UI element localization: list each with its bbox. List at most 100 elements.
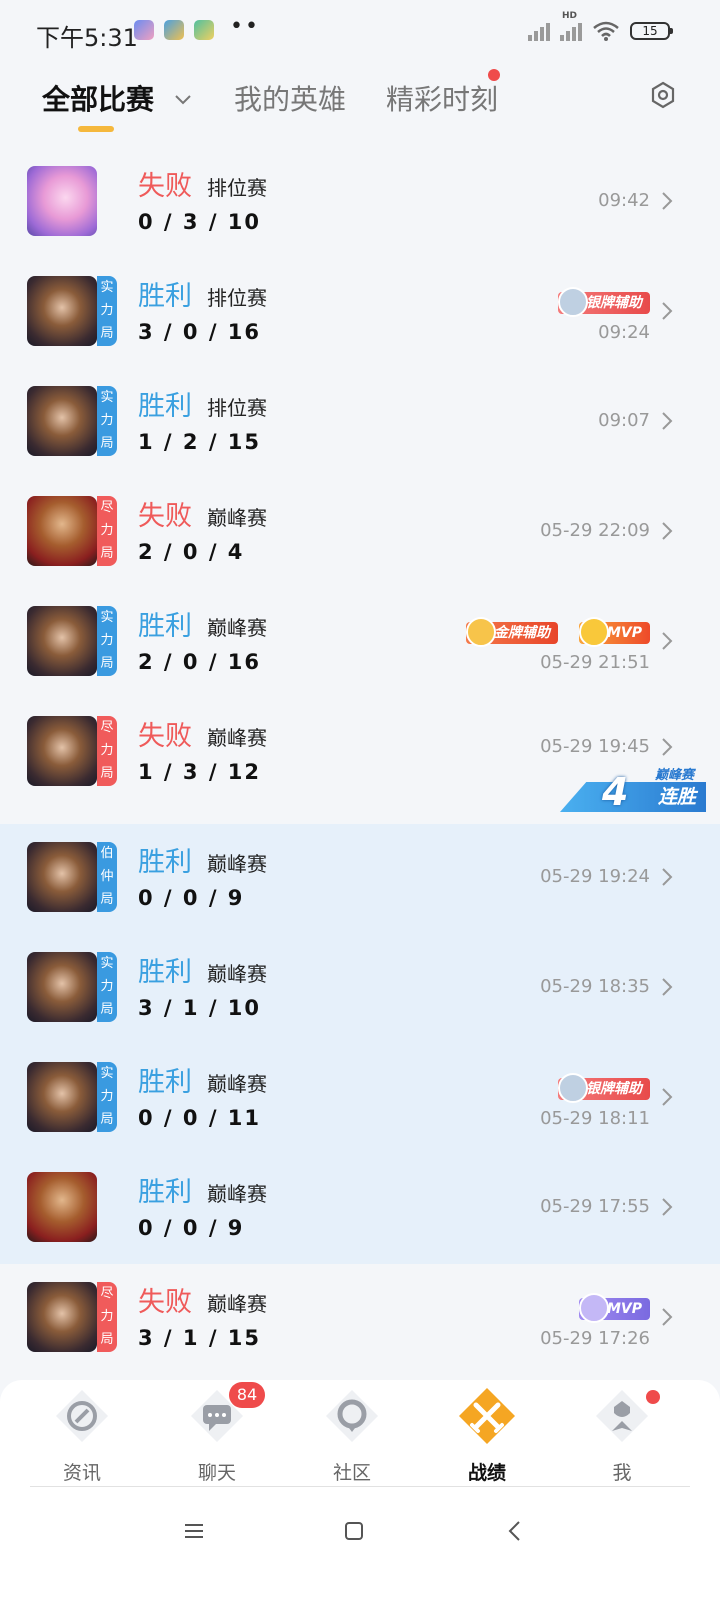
hero-avatar (27, 952, 97, 1022)
performance-badge: 尽力局 (97, 496, 117, 566)
match-time: 05-29 21:51 (540, 652, 650, 673)
chevron-right-icon (662, 978, 673, 996)
badge-char: 局 (100, 1332, 114, 1347)
badge-char: 尽 (100, 500, 114, 515)
match-result: 失败 (138, 1287, 192, 1318)
chevron-right-icon (662, 302, 673, 320)
match-kda: 2 / 0 / 16 (138, 650, 262, 674)
match-mode: 巅峰赛 (207, 962, 267, 986)
nav-chat[interactable]: 84 聊天 (167, 1380, 267, 1490)
tab-all-matches[interactable]: 全部比赛 (42, 78, 154, 118)
match-time: 05-29 22:09 (540, 520, 650, 541)
match-result: 失败 (138, 171, 192, 202)
performance-badge: 实力局 (97, 386, 117, 456)
badge-char: 实 (100, 956, 114, 971)
badge-char: 仲 (100, 869, 114, 884)
badge-char: 尽 (100, 1286, 114, 1301)
gold-support-tag: 金牌辅助 (466, 617, 558, 647)
match-mode: 巅峰赛 (207, 852, 267, 876)
match-mode: 巅峰赛 (207, 1292, 267, 1316)
nav-me-label: 我 (612, 1462, 632, 1484)
silver-support-tag: 银牌辅助 (558, 287, 650, 317)
match-row[interactable]: 实力局 胜利 巅峰赛 2 / 0 / 16 金牌辅助 MVP 05-29 21:… (0, 588, 720, 698)
match-result: 胜利 (138, 847, 192, 878)
match-row[interactable]: 尽力局 失败 巅峰赛 3 / 1 / 15 MVP 05-29 17:26 (0, 1264, 720, 1374)
match-row[interactable]: 实力局 胜利 巅峰赛 0 / 0 / 11 银牌辅助 05-29 18:11 (0, 1044, 720, 1154)
streak-label: 连胜 (657, 786, 696, 808)
match-kda: 0 / 0 / 11 (138, 1106, 262, 1130)
tab-highlights[interactable]: 精彩时刻 (386, 78, 498, 118)
match-kda: 0 / 0 / 9 (138, 1216, 245, 1240)
hero-avatar (27, 276, 97, 346)
nav-news-label: 资讯 (62, 1462, 101, 1484)
match-time: 09:07 (598, 410, 650, 431)
chevron-right-icon (662, 522, 673, 540)
match-list: 失败 排位赛 0 / 3 / 10 09:42 实力局 胜利 排位赛 3 / 0… (0, 148, 720, 1374)
match-row[interactable]: 失败 排位赛 0 / 3 / 10 09:42 (0, 148, 720, 258)
match-kda: 3 / 1 / 15 (138, 1326, 262, 1350)
notification-icons (134, 20, 214, 40)
mvp-tag: MVP (578, 617, 650, 647)
menu-icon[interactable] (181, 1518, 207, 1544)
match-result: 胜利 (138, 281, 192, 312)
hero-avatar (27, 1062, 97, 1132)
wifi-icon (593, 21, 619, 41)
highlights-notification-dot (488, 69, 500, 81)
match-kda: 2 / 0 / 4 (138, 540, 245, 564)
community-icon (326, 1390, 378, 1442)
nav-records-label: 战绩 (467, 1462, 506, 1484)
nav-records[interactable]: 战绩 (437, 1380, 537, 1490)
nav-news[interactable]: 资讯 (32, 1380, 132, 1490)
streak-mode: 巅峰赛 (654, 768, 694, 783)
performance-badge: 尽力局 (97, 1282, 117, 1352)
match-time: 05-29 17:55 (540, 1196, 650, 1217)
match-kda: 3 / 1 / 10 (138, 996, 262, 1020)
badge-char: 局 (100, 326, 114, 341)
match-row[interactable]: 尽力局 失败 巅峰赛 2 / 0 / 4 05-29 22:09 (0, 478, 720, 588)
performance-badge: 实力局 (97, 606, 117, 676)
streak-count: 4 (602, 770, 629, 814)
match-mode: 排位赛 (207, 176, 267, 200)
status-indicators: HD 15 (528, 11, 673, 42)
match-time: 05-29 19:45 (540, 736, 650, 757)
hero-avatar (27, 1172, 97, 1242)
performance-badge: 伯仲局 (97, 842, 117, 912)
badge-char: 局 (100, 436, 114, 451)
chevron-down-icon[interactable] (172, 88, 194, 110)
home-icon[interactable] (341, 1518, 367, 1544)
match-mode: 巅峰赛 (207, 726, 267, 750)
match-result: 胜利 (138, 957, 192, 988)
performance-badge: 实力局 (97, 276, 117, 346)
match-time: 09:42 (598, 190, 650, 211)
nav-divider (30, 1486, 690, 1487)
settings-hexagon-icon[interactable] (648, 80, 678, 110)
app-notification-icon (134, 20, 154, 40)
badge-char: 力 (100, 523, 114, 538)
match-mode: 巅峰赛 (207, 506, 267, 530)
nav-me[interactable]: 我 (572, 1380, 672, 1490)
nav-community[interactable]: 社区 (302, 1380, 402, 1490)
status-bar: 下午5:31 •• HD 15 (0, 0, 720, 64)
badge-char: 局 (100, 1112, 114, 1127)
match-row[interactable]: 实力局 胜利 巅峰赛 3 / 1 / 10 05-29 18:35 (0, 934, 720, 1044)
signal-icon (528, 21, 550, 41)
match-row[interactable]: 伯仲局 胜利 巅峰赛 0 / 0 / 9 05-29 19:24 (0, 824, 720, 934)
match-row[interactable]: 实力局 胜利 排位赛 3 / 0 / 16 银牌辅助 09:24 (0, 258, 720, 368)
mvp-tag: MVP (578, 1293, 650, 1323)
hd-signal-icon: HD (560, 11, 582, 41)
chevron-right-icon (662, 632, 673, 650)
performance-badge: 实力局 (97, 952, 117, 1022)
tab-my-heroes[interactable]: 我的英雄 (234, 78, 346, 118)
badge-char: 实 (100, 610, 114, 625)
match-row[interactable]: 实力局 胜利 排位赛 1 / 2 / 15 09:07 (0, 368, 720, 478)
match-row[interactable]: 胜利 巅峰赛 0 / 0 / 9 05-29 17:55 (0, 1154, 720, 1264)
badge-char: 实 (100, 1066, 114, 1081)
chevron-right-icon (662, 868, 673, 886)
badge-char: 局 (100, 766, 114, 781)
back-icon[interactable] (502, 1518, 528, 1544)
match-row[interactable]: 尽力局 失败 巅峰赛 1 / 3 / 12 05-29 19:45 巅峰赛 4 … (0, 698, 720, 812)
match-time: 05-29 19:24 (540, 866, 650, 887)
badge-char: 实 (100, 390, 114, 405)
match-result: 失败 (138, 721, 192, 752)
hero-avatar (27, 1282, 97, 1352)
